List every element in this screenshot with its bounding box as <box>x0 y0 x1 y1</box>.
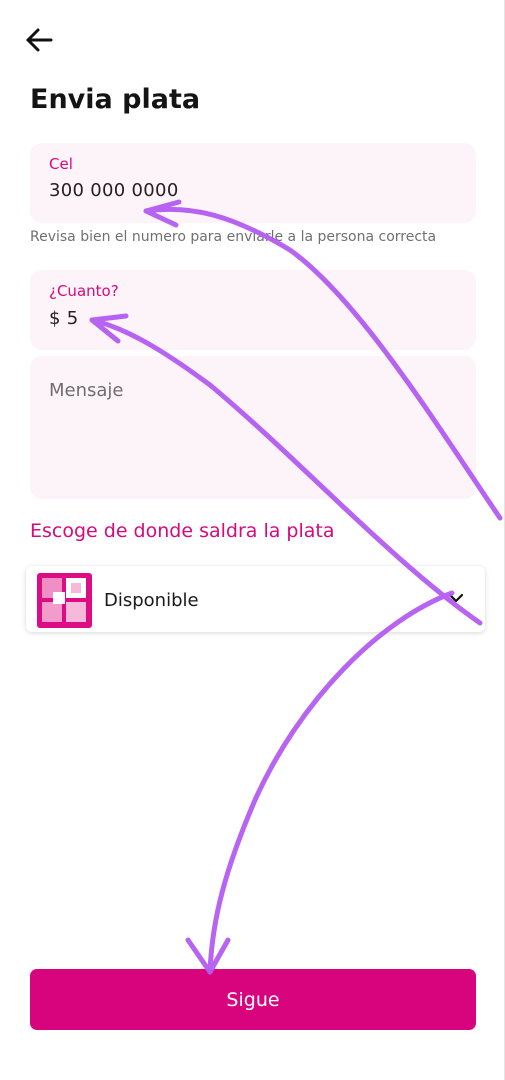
amount-input[interactable]: $ 5 <box>49 308 79 329</box>
page-title: Envia plata <box>30 84 201 115</box>
source-selector[interactable]: Disponible <box>26 566 485 632</box>
back-button[interactable] <box>20 22 60 58</box>
pocket-logo-icon <box>37 573 92 628</box>
annotation-arrowhead-submit <box>185 937 231 975</box>
amount-field-label: ¿Cuanto? <box>49 282 119 300</box>
submit-button[interactable]: Sigue <box>30 969 476 1030</box>
phone-input[interactable]: 300 000 0000 <box>49 180 179 201</box>
phone-helper-text: Revisa bien el numero para enviarle a la… <box>30 229 437 245</box>
arrow-left-icon <box>26 28 53 52</box>
message-field[interactable]: Mensaje <box>30 356 476 499</box>
annotation-arrow-submit <box>207 590 455 975</box>
source-label: Disponible <box>104 590 199 611</box>
message-placeholder: Mensaje <box>49 380 124 401</box>
amount-field[interactable]: ¿Cuanto? $ 5 <box>30 270 476 350</box>
phone-field[interactable]: Cel 300 000 0000 <box>30 143 476 223</box>
phone-field-label: Cel <box>49 155 73 173</box>
source-heading: Escoge de donde saldra la plata <box>30 520 335 542</box>
chevron-down-icon[interactable] <box>447 589 465 607</box>
